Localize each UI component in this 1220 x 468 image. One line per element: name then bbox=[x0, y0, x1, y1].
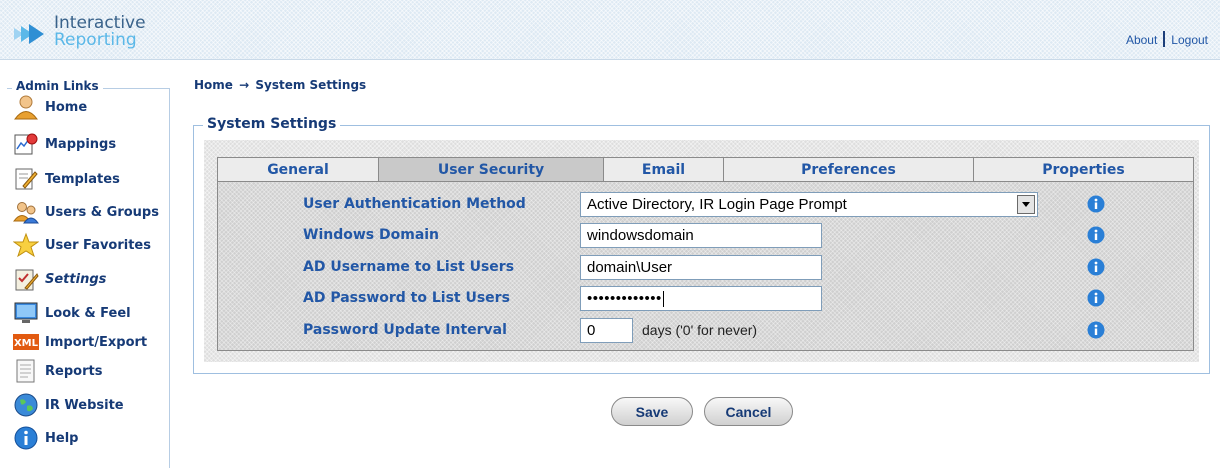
sidebar-item-reports[interactable]: Reports bbox=[13, 357, 102, 385]
ad-username-value: domain\User bbox=[587, 259, 673, 276]
user-security-content: User Authentication Method Active Direct… bbox=[217, 181, 1194, 351]
tab-general[interactable]: General bbox=[217, 157, 379, 182]
tab-properties[interactable]: Properties bbox=[973, 157, 1194, 182]
sidebar-item-ir-website[interactable]: IR Website bbox=[13, 391, 124, 419]
auth-method-select[interactable]: Active Directory, IR Login Page Prompt bbox=[580, 192, 1038, 217]
sidebar-item-mappings[interactable]: Mappings bbox=[13, 130, 116, 158]
sidebar-item-help[interactable]: Help bbox=[13, 424, 78, 452]
sidebar-item-users-groups[interactable]: Users & Groups bbox=[13, 198, 159, 226]
info-icon[interactable] bbox=[1087, 321, 1105, 339]
home-user-icon bbox=[13, 93, 43, 121]
text-cursor bbox=[662, 290, 664, 307]
password-interval-value: 0 bbox=[587, 322, 596, 339]
ad-username-label: AD Username to List Users bbox=[303, 259, 515, 275]
sidebar-item-templates[interactable]: Templates bbox=[13, 165, 120, 193]
system-settings-box: System Settings General User Security Em… bbox=[193, 116, 1210, 374]
info-icon[interactable] bbox=[1087, 195, 1105, 213]
breadcrumb-current: System Settings bbox=[255, 78, 367, 92]
sidebar-item-label: Templates bbox=[45, 171, 120, 187]
about-link[interactable]: About bbox=[1126, 33, 1157, 47]
admin-links-sidebar: Admin Links Home Mappings Templates User… bbox=[7, 79, 170, 468]
settings-panel: General User Security Email Preferences … bbox=[204, 140, 1199, 362]
info-icon[interactable] bbox=[1087, 289, 1105, 307]
sidebar-item-label: IR Website bbox=[45, 397, 124, 413]
sidebar-item-look-feel[interactable]: Look & Feel bbox=[13, 299, 131, 327]
sidebar-item-label: Home bbox=[45, 99, 88, 115]
settings-icon bbox=[13, 265, 43, 293]
star-icon bbox=[13, 231, 43, 259]
password-interval-suffix: days ('0' for never) bbox=[642, 322, 758, 338]
windows-domain-value: windowsdomain bbox=[587, 227, 694, 244]
ad-password-value: ••••••••••••• bbox=[587, 290, 662, 307]
help-icon bbox=[13, 424, 43, 452]
windows-domain-label: Windows Domain bbox=[303, 227, 440, 243]
sidebar-item-label: Users & Groups bbox=[45, 204, 159, 220]
sidebar-item-label: Settings bbox=[45, 271, 107, 287]
auth-method-label: User Authentication Method bbox=[303, 196, 526, 212]
settings-tabs: General User Security Email Preferences … bbox=[217, 157, 1194, 182]
sidebar-item-settings[interactable]: Settings bbox=[13, 265, 106, 293]
chevron-down-icon[interactable] bbox=[1017, 195, 1035, 214]
sidebar-item-user-favorites[interactable]: User Favorites bbox=[13, 231, 151, 259]
mappings-icon bbox=[13, 130, 43, 158]
reports-icon bbox=[13, 357, 43, 385]
sidebar-item-label: Import/Export bbox=[45, 334, 148, 350]
ad-password-input[interactable]: ••••••••••••• bbox=[580, 286, 822, 311]
sidebar-item-label: Help bbox=[45, 430, 79, 446]
sidebar-item-label: Mappings bbox=[45, 136, 117, 152]
xml-icon: XML bbox=[13, 328, 43, 356]
logo-line2: Reporting bbox=[54, 30, 137, 50]
monitor-icon bbox=[13, 299, 43, 327]
password-interval-label: Password Update Interval bbox=[303, 322, 507, 338]
svg-text:XML: XML bbox=[14, 338, 39, 349]
sidebar-item-label: User Favorites bbox=[45, 237, 151, 253]
templates-icon bbox=[13, 165, 43, 193]
ad-password-label: AD Password to List Users bbox=[303, 290, 510, 306]
settings-title: System Settings bbox=[203, 116, 341, 132]
windows-domain-input[interactable]: windowsdomain bbox=[580, 223, 822, 248]
app-header: Interactive Reporting About Logout bbox=[0, 0, 1220, 60]
sidebar-item-home[interactable]: Home bbox=[13, 93, 87, 121]
info-icon[interactable] bbox=[1087, 226, 1105, 244]
app-logo[interactable]: Interactive Reporting bbox=[14, 14, 154, 50]
password-interval-input[interactable]: 0 bbox=[580, 318, 633, 343]
globe-icon bbox=[13, 391, 43, 419]
breadcrumb-home[interactable]: Home bbox=[194, 78, 233, 92]
ad-username-input[interactable]: domain\User bbox=[580, 255, 822, 280]
users-groups-icon bbox=[13, 198, 43, 226]
info-icon[interactable] bbox=[1087, 258, 1105, 276]
save-button[interactable]: Save bbox=[611, 397, 693, 426]
tab-email[interactable]: Email bbox=[603, 157, 724, 182]
auth-method-value: Active Directory, IR Login Page Prompt bbox=[587, 196, 847, 213]
sidebar-item-label: Reports bbox=[45, 363, 103, 379]
top-links: About Logout bbox=[1126, 31, 1208, 47]
link-separator bbox=[1163, 31, 1166, 47]
sidebar-item-label: Look & Feel bbox=[45, 305, 131, 321]
logout-link[interactable]: Logout bbox=[1171, 33, 1208, 47]
tab-preferences[interactable]: Preferences bbox=[723, 157, 974, 182]
tab-user-security[interactable]: User Security bbox=[378, 157, 604, 182]
cancel-button[interactable]: Cancel bbox=[704, 397, 793, 426]
logo-arrows-icon bbox=[14, 24, 44, 44]
breadcrumb-arrow: → bbox=[239, 78, 250, 92]
sidebar-title: Admin Links bbox=[12, 79, 103, 93]
sidebar-item-import-export[interactable]: XML Import/Export bbox=[13, 328, 147, 356]
breadcrumb: Home → System Settings bbox=[194, 78, 366, 92]
